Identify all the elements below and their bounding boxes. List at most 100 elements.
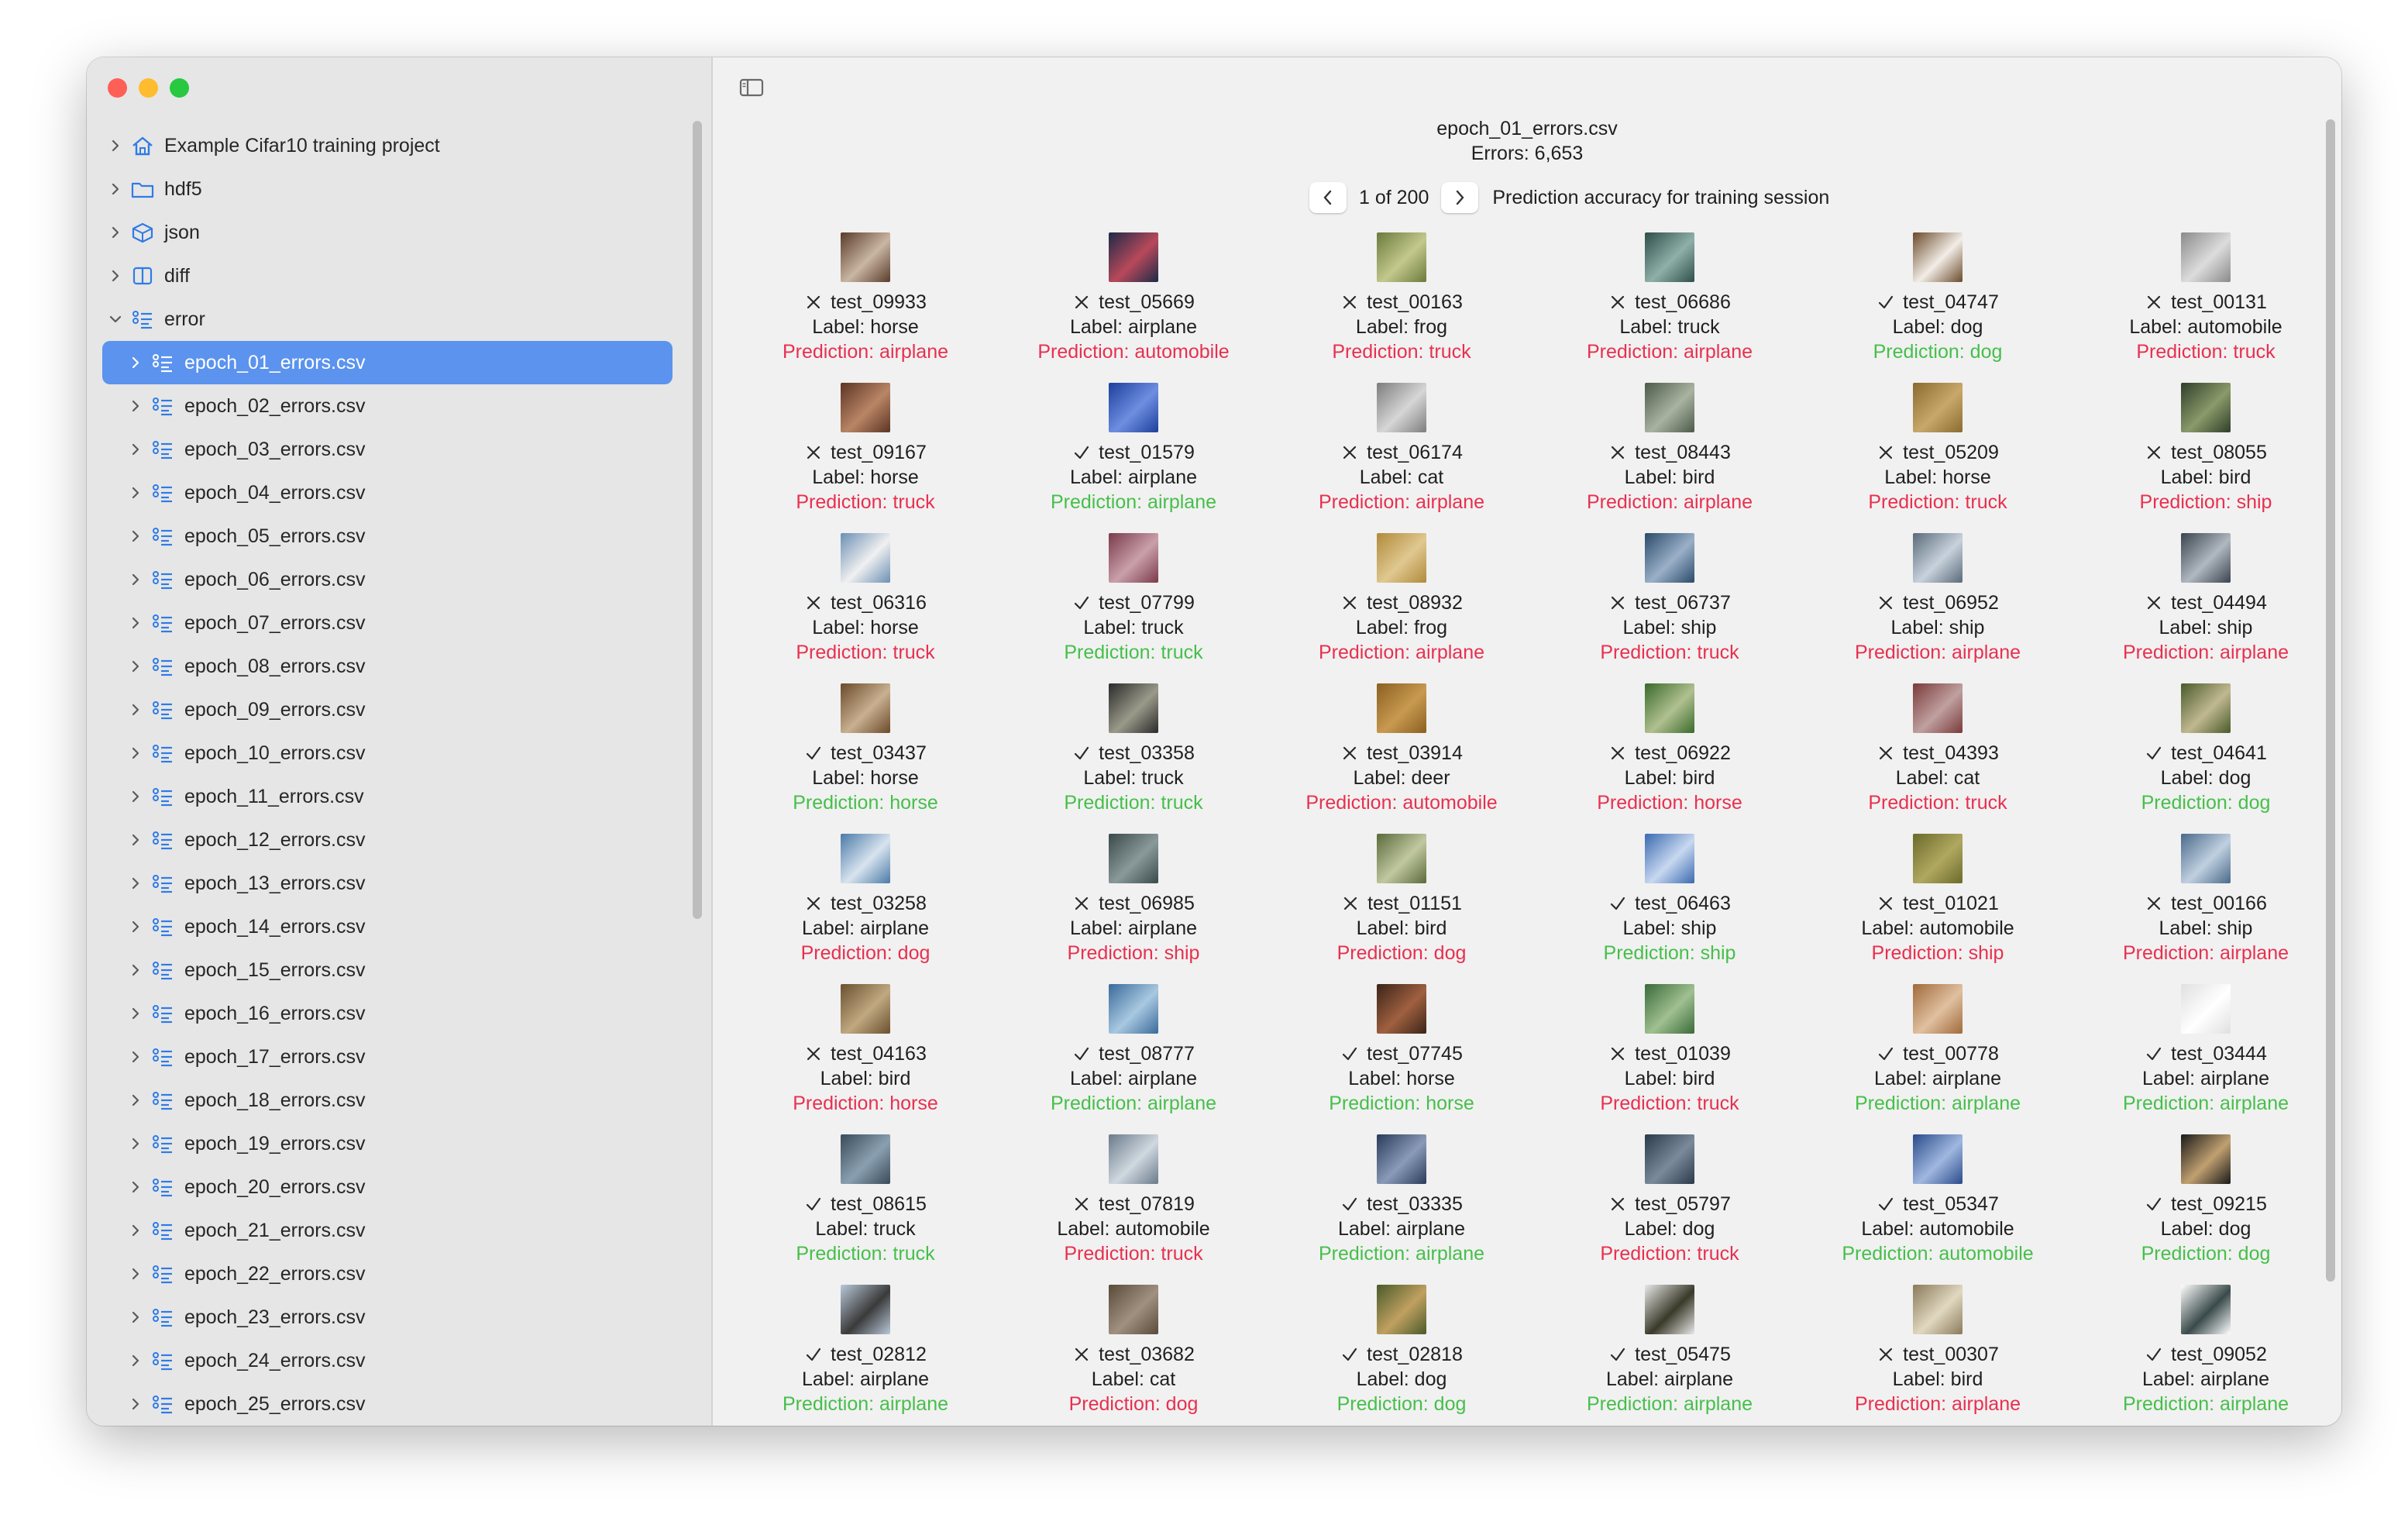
sample-card[interactable]: test_00163 Label: frog Prediction: truck — [1268, 232, 1536, 383]
chevron-right-icon[interactable] — [127, 1005, 144, 1022]
sample-card[interactable]: test_07819 Label: automobile Prediction: t… — [999, 1134, 1268, 1285]
chevron-right-icon[interactable] — [127, 1265, 144, 1282]
error-file-item[interactable]: epoch_02_errors.csv — [87, 384, 691, 428]
chevron-right-icon[interactable] — [127, 918, 144, 935]
error-file-item[interactable]: epoch_14_errors.csv — [87, 905, 691, 948]
sample-card[interactable]: test_07745 Label: horse Prediction: horse — [1268, 984, 1536, 1134]
sample-card[interactable]: test_09167 Label: horse Prediction: truck — [731, 383, 999, 533]
sidebar-item-diff[interactable]: diff — [87, 254, 691, 298]
chevron-right-icon[interactable] — [127, 571, 144, 588]
sidebar-item-json[interactable]: json — [87, 211, 691, 254]
error-file-item[interactable]: epoch_24_errors.csv — [87, 1339, 691, 1382]
error-file-item[interactable]: epoch_06_errors.csv — [87, 558, 691, 601]
error-file-item[interactable]: epoch_07_errors.csv — [87, 601, 691, 645]
chevron-right-icon[interactable] — [127, 441, 144, 458]
sample-card[interactable]: test_03358 Label: truck Prediction: truck — [999, 683, 1268, 834]
sample-card[interactable]: test_08055 Label: bird Prediction: ship — [2072, 383, 2340, 533]
chevron-right-icon[interactable] — [107, 137, 124, 154]
error-file-item[interactable]: epoch_04_errors.csv — [87, 471, 691, 514]
sample-card[interactable]: test_03682 Label: cat Prediction: dog — [999, 1285, 1268, 1426]
sample-card[interactable]: test_04747 Label: dog Prediction: dog — [1804, 232, 2072, 383]
chevron-right-icon[interactable] — [127, 1048, 144, 1065]
chevron-right-icon[interactable] — [127, 1309, 144, 1326]
sample-card[interactable]: test_01151 Label: bird Prediction: dog — [1268, 834, 1536, 984]
previous-page-button[interactable] — [1309, 182, 1347, 213]
sample-card[interactable]: test_04641 Label: dog Prediction: dog — [2072, 683, 2340, 834]
error-file-item[interactable]: epoch_11_errors.csv — [87, 775, 691, 818]
sample-card[interactable]: test_09933 Label: horse Prediction: airpla… — [731, 232, 999, 383]
chevron-right-icon[interactable] — [127, 1352, 144, 1369]
sample-card[interactable]: test_05209 Label: horse Prediction: truck — [1804, 383, 2072, 533]
error-file-item[interactable]: epoch_19_errors.csv — [87, 1122, 691, 1165]
sample-card[interactable]: test_06737 Label: ship Prediction: truck — [1536, 533, 1804, 683]
sample-card[interactable]: test_06316 Label: horse Prediction: truck — [731, 533, 999, 683]
chevron-right-icon[interactable] — [127, 484, 144, 501]
sample-card[interactable]: test_06952 Label: ship Prediction: airplan… — [1804, 533, 2072, 683]
chevron-right-icon[interactable] — [127, 701, 144, 718]
sample-card[interactable]: test_01039 Label: bird Prediction: truck — [1536, 984, 1804, 1134]
sample-card[interactable]: test_02812 Label: airplane Prediction: air… — [731, 1285, 999, 1426]
chevron-right-icon[interactable] — [127, 1222, 144, 1239]
sample-card[interactable]: test_05797 Label: dog Prediction: truck — [1536, 1134, 1804, 1285]
sidebar-scrollbar[interactable] — [693, 121, 702, 919]
sample-card[interactable]: test_00166 Label: ship Prediction: airplan… — [2072, 834, 2340, 984]
sidebar-item-example-cifar10-training-project[interactable]: Example Cifar10 training project — [87, 124, 691, 167]
chevron-right-icon[interactable] — [127, 745, 144, 762]
sample-card[interactable]: test_06922 Label: bird Prediction: horse — [1536, 683, 1804, 834]
sample-card[interactable]: test_03914 Label: deer Prediction: automob… — [1268, 683, 1536, 834]
sample-card[interactable]: test_06686 Label: truck Prediction: airpla… — [1536, 232, 1804, 383]
sample-card[interactable]: test_04163 Label: bird Prediction: horse — [731, 984, 999, 1134]
sidebar-toggle-icon[interactable] — [739, 77, 764, 98]
chevron-right-icon[interactable] — [127, 788, 144, 805]
chevron-right-icon[interactable] — [107, 224, 124, 241]
chevron-right-icon[interactable] — [127, 1396, 144, 1413]
chevron-right-icon[interactable] — [127, 1179, 144, 1196]
zoom-window-button[interactable] — [170, 78, 189, 98]
error-file-item[interactable]: epoch_13_errors.csv — [87, 862, 691, 905]
chevron-right-icon[interactable] — [127, 658, 144, 675]
error-file-item[interactable]: epoch_22_errors.csv — [87, 1252, 691, 1296]
sample-card[interactable]: test_03258 Label: airplane Prediction: dog — [731, 834, 999, 984]
chevron-right-icon[interactable] — [127, 614, 144, 632]
error-file-item[interactable]: epoch_17_errors.csv — [87, 1035, 691, 1079]
error-file-item[interactable]: epoch_16_errors.csv — [87, 992, 691, 1035]
error-file-item[interactable]: epoch_25_errors.csv — [87, 1382, 691, 1426]
error-file-item[interactable]: epoch_01_errors.csv — [102, 341, 673, 384]
error-file-item[interactable]: epoch_10_errors.csv — [87, 731, 691, 775]
chevron-right-icon[interactable] — [107, 267, 124, 284]
sample-card[interactable]: test_08615 Label: truck Prediction: truck — [731, 1134, 999, 1285]
sample-card[interactable]: test_05347 Label: automobile Prediction: a… — [1804, 1134, 2072, 1285]
sample-card[interactable]: test_03437 Label: horse Prediction: horse — [731, 683, 999, 834]
sample-card[interactable]: test_06985 Label: airplane Prediction: shi… — [999, 834, 1268, 984]
sample-card[interactable]: test_00131 Label: automobile Prediction: t… — [2072, 232, 2340, 383]
error-file-item[interactable]: epoch_08_errors.csv — [87, 645, 691, 688]
error-file-item[interactable]: epoch_21_errors.csv — [87, 1209, 691, 1252]
next-page-button[interactable] — [1441, 182, 1479, 213]
sample-card[interactable]: test_05475 Label: airplane Prediction: air… — [1536, 1285, 1804, 1426]
sample-card[interactable]: test_01021 Label: automobile Prediction: s… — [1804, 834, 2072, 984]
sidebar-item-error[interactable]: error — [87, 298, 691, 341]
chevron-right-icon[interactable] — [127, 1135, 144, 1152]
sample-card[interactable]: test_03335 Label: airplane Prediction: air… — [1268, 1134, 1536, 1285]
main-scrollbar[interactable] — [2326, 119, 2335, 1282]
sample-card[interactable]: test_08777 Label: airplane Prediction: air… — [999, 984, 1268, 1134]
sample-card[interactable]: test_07799 Label: truck Prediction: truck — [999, 533, 1268, 683]
sample-card[interactable]: test_02818 Label: dog Prediction: dog — [1268, 1285, 1536, 1426]
error-file-item[interactable]: epoch_15_errors.csv — [87, 948, 691, 992]
sample-card[interactable]: test_04393 Label: cat Prediction: truck — [1804, 683, 2072, 834]
sample-card[interactable]: test_05669 Label: airplane Prediction: aut… — [999, 232, 1268, 383]
error-file-item[interactable]: epoch_18_errors.csv — [87, 1079, 691, 1122]
sample-card[interactable]: test_09052 Label: airplane Prediction: air… — [2072, 1285, 2340, 1426]
chevron-right-icon[interactable] — [127, 962, 144, 979]
chevron-right-icon[interactable] — [127, 528, 144, 545]
sample-card[interactable]: test_06463 Label: ship Prediction: ship — [1536, 834, 1804, 984]
sample-card[interactable]: test_00778 Label: airplane Prediction: air… — [1804, 984, 2072, 1134]
sample-card[interactable]: test_08932 Label: frog Prediction: airplan… — [1268, 533, 1536, 683]
sample-card[interactable]: test_08443 Label: bird Prediction: airplan… — [1536, 383, 1804, 533]
chevron-right-icon[interactable] — [127, 875, 144, 892]
error-file-item[interactable]: epoch_03_errors.csv — [87, 428, 691, 471]
error-file-item[interactable]: epoch_23_errors.csv — [87, 1296, 691, 1339]
sample-card[interactable]: test_00307 Label: bird Prediction: airplan… — [1804, 1285, 2072, 1426]
sample-card[interactable]: test_04494 Label: ship Prediction: airplan… — [2072, 533, 2340, 683]
chevron-right-icon[interactable] — [127, 397, 144, 415]
